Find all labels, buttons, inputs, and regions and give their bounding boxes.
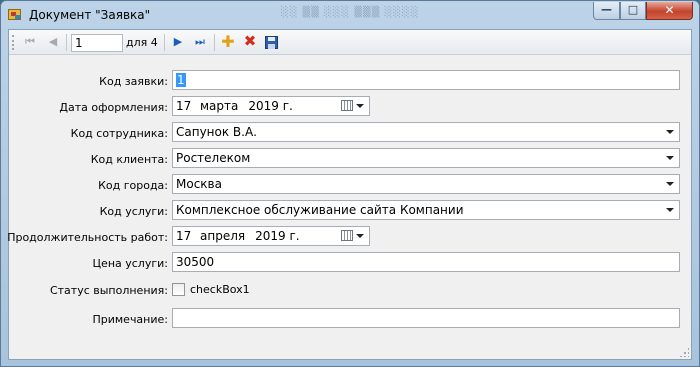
document-window: Документ "Заявка" ░░ ▒▒ ░░░ ▒▒▒ ░░░░ — □… — [0, 0, 700, 367]
duration-date-picker[interactable]: 17 апреля 2019 г. — [172, 226, 370, 246]
calendar-dropdown-button[interactable] — [341, 229, 366, 244]
city-value: Москва — [176, 177, 222, 191]
chevron-down-icon — [356, 104, 364, 108]
order-date-label: Дата оформления: — [59, 101, 168, 114]
maximize-icon: □ — [627, 3, 639, 16]
add-new-icon[interactable]: ✚ — [219, 33, 237, 51]
chevron-down-icon — [356, 234, 364, 238]
toolbar-separator — [66, 34, 67, 51]
move-previous-icon[interactable]: ◀ — [44, 33, 62, 51]
delete-icon[interactable]: ✖ — [241, 33, 259, 51]
employee-value: Сапунок В.А. — [176, 125, 257, 139]
calendar-dropdown-button[interactable] — [341, 99, 366, 114]
note-field[interactable] — [172, 308, 680, 328]
minimize-icon: — — [601, 3, 612, 16]
order-id-value: 1 — [176, 73, 186, 87]
price-label: Цена услуги: — [92, 257, 168, 270]
client-value: Ростелеком — [176, 151, 251, 165]
save-disk-icon — [265, 36, 278, 49]
close-button[interactable]: ✕ — [646, 2, 693, 20]
form-client-area: ⏮ ◀ 1 для 4 ▶ ⏭ ✚ ✖ Код заявки: 1 Дата о… — [7, 29, 692, 360]
order-date-day: 17 — [176, 99, 192, 113]
move-first-icon[interactable]: ⏮ — [21, 33, 39, 51]
employee-label: Код сотрудника: — [70, 127, 168, 140]
count-label: для 4 — [126, 36, 158, 49]
close-icon: ✕ — [664, 3, 675, 17]
chevron-down-icon[interactable] — [666, 182, 674, 186]
note-label: Примечание: — [92, 313, 168, 326]
save-icon[interactable] — [263, 33, 281, 51]
resize-grip[interactable] — [679, 347, 689, 357]
duration-label: Продолжительность работ: — [7, 231, 168, 244]
minimize-button[interactable]: — — [593, 2, 620, 20]
toolbar-separator — [164, 34, 165, 51]
city-label: Код города: — [98, 179, 168, 192]
calendar-icon — [341, 100, 353, 111]
app-icon — [8, 9, 21, 20]
title-bar[interactable]: Документ "Заявка" ░░ ▒▒ ░░░ ▒▒▒ ░░░░ — □… — [1, 1, 699, 29]
service-value: Комплексное обслуживание сайта Компании — [176, 203, 464, 217]
price-field[interactable]: 30500 — [172, 252, 680, 272]
order-id-label: Код заявки: — [99, 75, 168, 88]
status-checkbox[interactable] — [172, 283, 185, 296]
window-title: Документ "Заявка" — [29, 8, 151, 22]
chevron-down-icon[interactable] — [666, 156, 674, 160]
binding-navigator: ⏮ ◀ 1 для 4 ▶ ⏭ ✚ ✖ — [9, 30, 691, 55]
chevron-down-icon[interactable] — [666, 130, 674, 134]
toolbar-grip[interactable] — [12, 35, 15, 50]
price-value: 30500 — [176, 255, 215, 269]
status-label: Статус выполнения: — [49, 284, 168, 297]
toolbar-separator — [214, 34, 215, 51]
calendar-icon — [341, 230, 353, 241]
move-next-icon[interactable]: ▶ — [169, 33, 187, 51]
move-last-icon[interactable]: ⏭ — [191, 33, 209, 51]
order-date-month: марта — [200, 99, 239, 113]
client-combobox[interactable]: Ростелеком — [172, 148, 680, 168]
position-input[interactable]: 1 — [71, 34, 123, 52]
duration-year: 2019 г. — [255, 229, 300, 243]
client-label: Код клиента: — [90, 153, 168, 166]
service-label: Код услуги: — [99, 205, 168, 218]
service-combobox[interactable]: Комплексное обслуживание сайта Компании — [172, 200, 680, 220]
maximize-button[interactable]: □ — [620, 2, 646, 20]
order-date-picker[interactable]: 17 марта 2019 г. — [172, 96, 370, 116]
city-combobox[interactable]: Москва — [172, 174, 680, 194]
chevron-down-icon[interactable] — [666, 208, 674, 212]
order-date-year: 2019 г. — [248, 99, 293, 113]
duration-month: апреля — [200, 229, 246, 243]
status-checkbox-label[interactable]: checkBox1 — [190, 283, 250, 296]
duration-day: 17 — [176, 229, 192, 243]
order-id-field[interactable]: 1 — [172, 70, 680, 90]
employee-combobox[interactable]: Сапунок В.А. — [172, 122, 680, 142]
background-window-text: ░░ ▒▒ ░░░ ▒▒▒ ░░░░ — [281, 7, 420, 18]
